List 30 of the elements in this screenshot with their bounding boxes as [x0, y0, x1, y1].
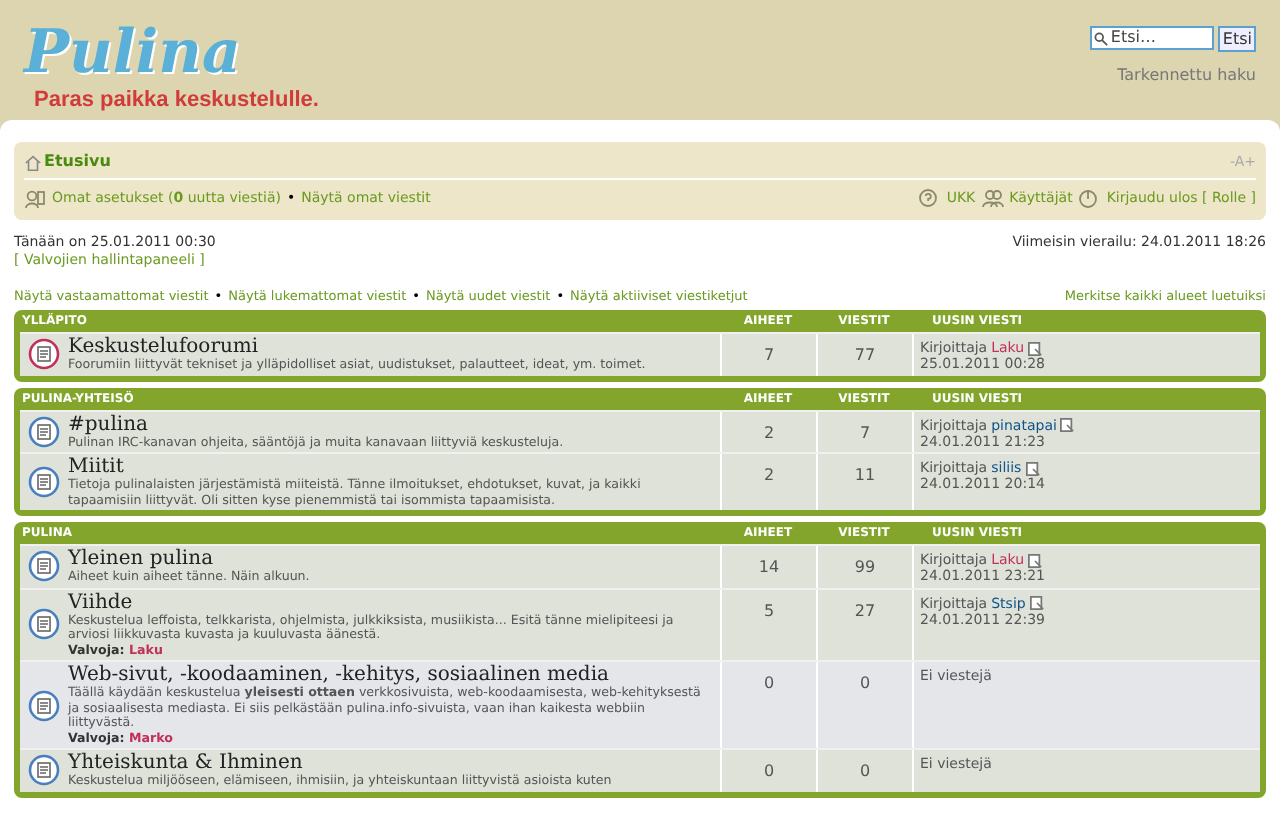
power-icon: [1078, 188, 1101, 210]
search-icon: [1094, 31, 1109, 45]
home-icon: [24, 153, 42, 171]
posts-count: 0: [816, 750, 912, 791]
search-button[interactable]: Etsi: [1218, 26, 1256, 52]
breadcrumb-link[interactable]: Etusivu: [44, 150, 111, 174]
topics-count: 2: [720, 454, 816, 510]
topics-count: 7: [720, 334, 816, 375]
forum-title[interactable]: Miitit: [68, 456, 712, 478]
forum-title[interactable]: Yhteiskunta & Ihminen: [68, 752, 612, 774]
posts-count: 11: [816, 454, 912, 510]
view-post-icon[interactable]: [1060, 418, 1075, 432]
forum-title[interactable]: Web-sivut, -koodaaminen, -kehitys, sosiaalinen media: [68, 664, 712, 686]
posts-count: 77: [816, 334, 912, 375]
forum-title[interactable]: Viihde: [68, 591, 712, 613]
view-post-icon[interactable]: [1028, 341, 1043, 355]
view-post-icon[interactable]: [1025, 461, 1040, 475]
forum-title[interactable]: Keskustelufoorumi: [68, 336, 646, 358]
topics-count: 0: [720, 750, 816, 791]
help-icon: [918, 188, 941, 210]
view-post-icon[interactable]: [1028, 553, 1043, 567]
search-field[interactable]: Etsi…: [1090, 26, 1215, 50]
users-icon: [981, 188, 1004, 210]
advanced-search-link[interactable]: Tarkennettu haku: [1117, 64, 1256, 88]
forum-title[interactable]: #pulina: [68, 413, 564, 435]
view-post-icon[interactable]: [1029, 596, 1044, 610]
tagline: Paras paikka keskustelulle.: [32, 86, 319, 116]
user-settings-icon: [24, 188, 46, 210]
forum-title[interactable]: Yleinen pulina: [68, 548, 310, 570]
search-input[interactable]: Etsi…: [1108, 26, 1211, 50]
